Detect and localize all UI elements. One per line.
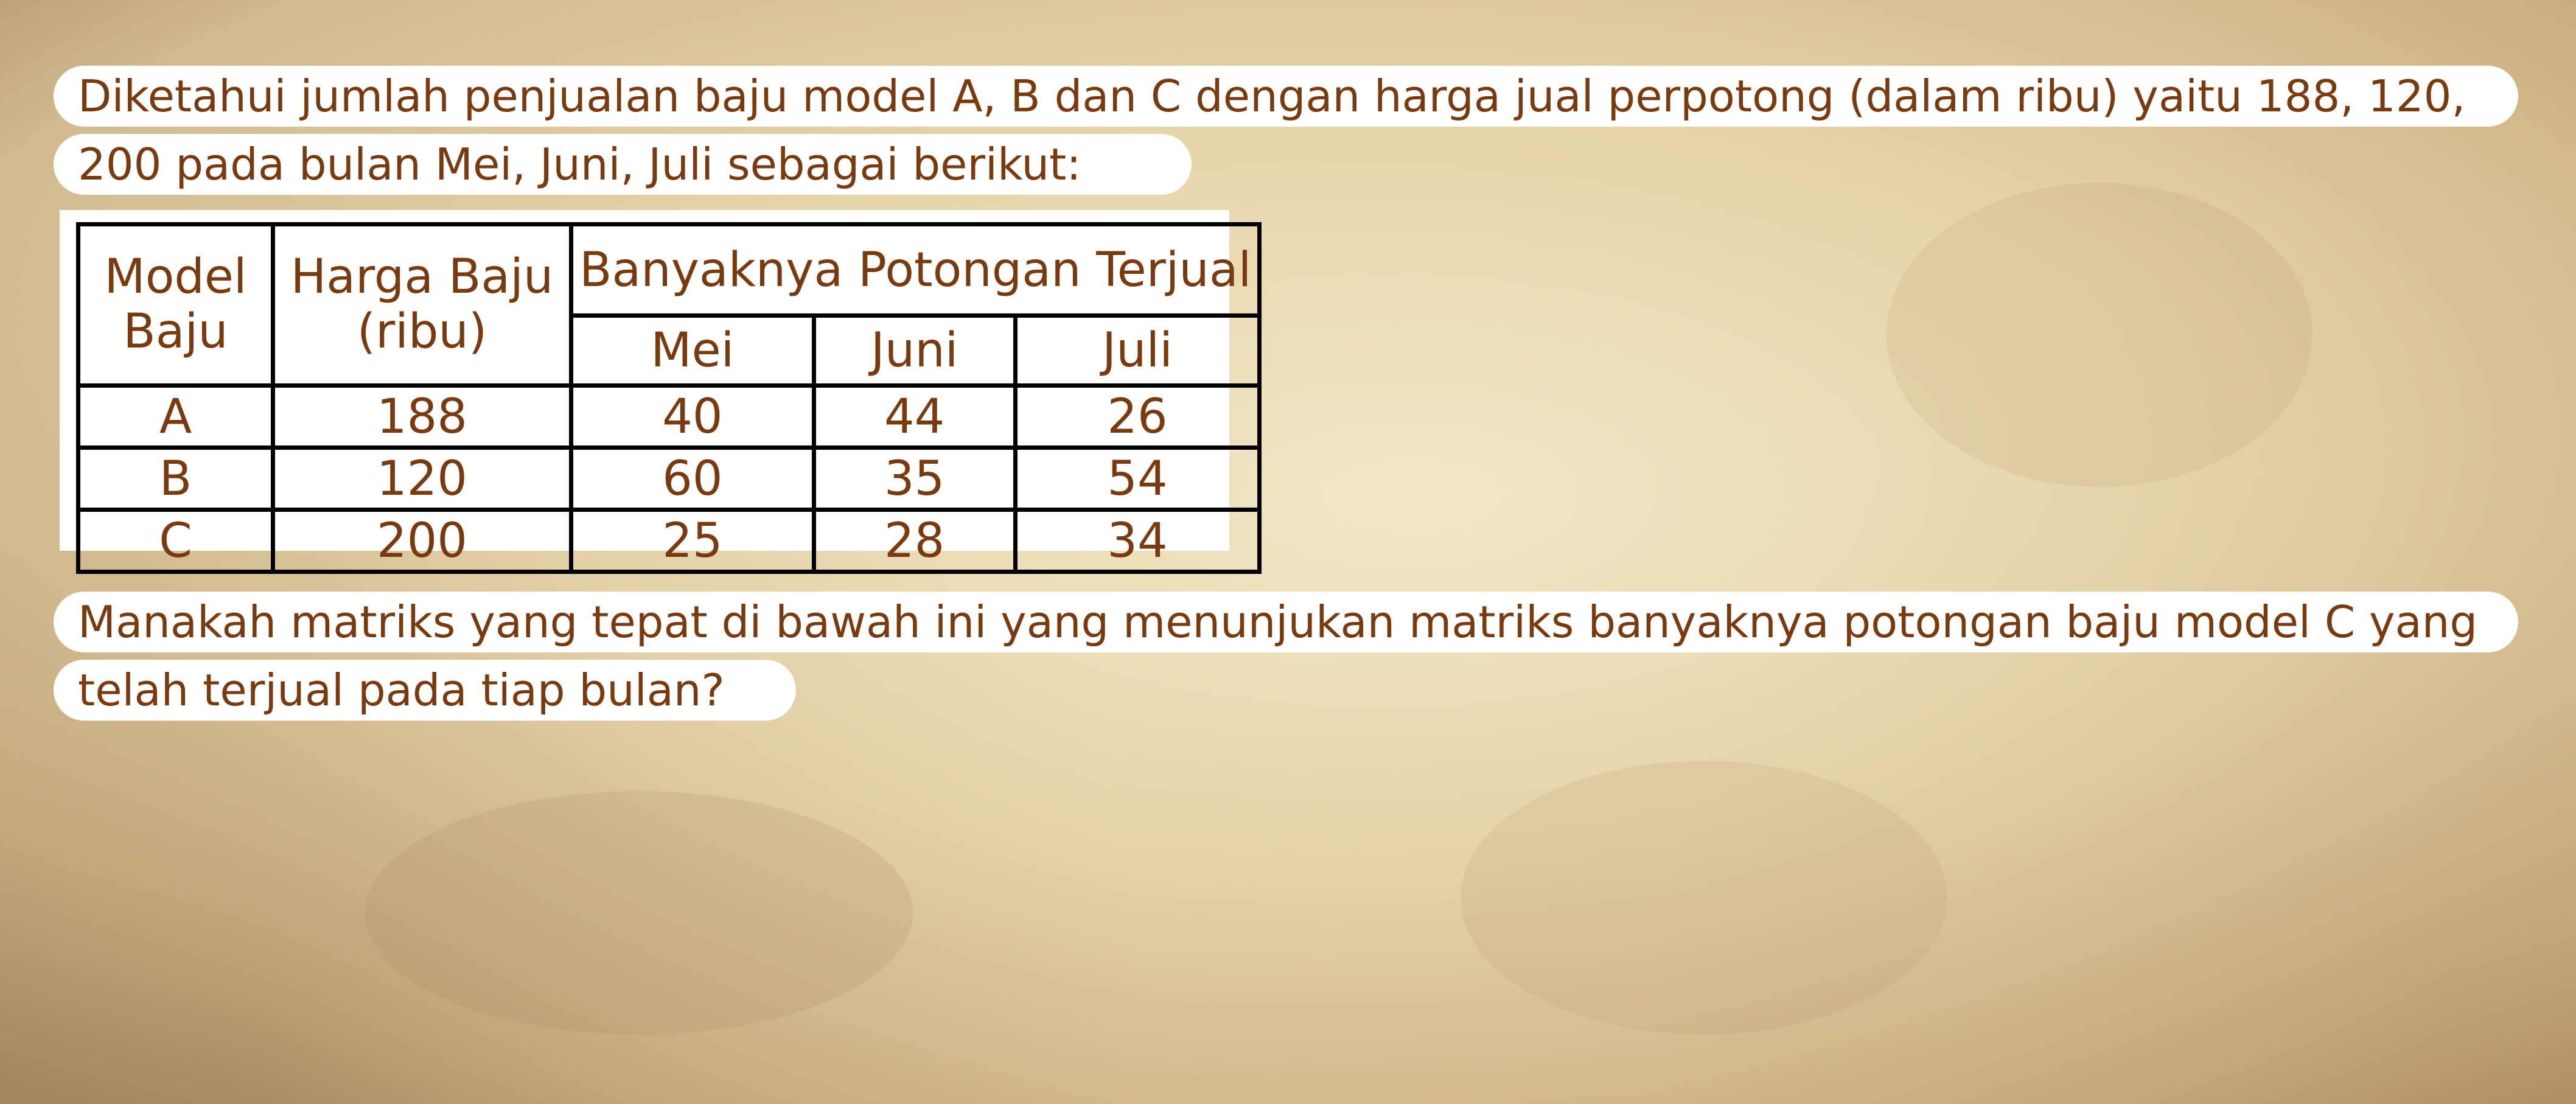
sales-table: Model Baju Harga Baju (ribu) Banyaknya P…	[76, 222, 1262, 574]
question-prompt-text-2: telah terjual pada tiap bulan?	[78, 665, 725, 716]
cell-juli: 54	[1013, 445, 1262, 512]
header-model-line2: Baju	[123, 304, 228, 359]
header-model-baju: Model Baju	[76, 222, 275, 388]
header-month-juli: Juli	[1013, 313, 1262, 388]
table-row: A 188 40 44 26	[76, 383, 1262, 450]
cell-model: B	[76, 445, 275, 512]
question-intro-line-1: Diketahui jumlah penjualan baju model A,…	[54, 66, 2518, 127]
cell-harga: 120	[271, 445, 573, 512]
cell-mei: 60	[569, 445, 816, 512]
header-harga-line1: Harga Baju	[290, 250, 554, 305]
header-month-mei: Mei	[569, 313, 816, 388]
question-intro-text-2: 200 pada bulan Mei, Juni, Juli sebagai b…	[78, 139, 1081, 190]
header-harga-line2: (ribu)	[357, 304, 487, 359]
cell-mei: 40	[569, 383, 816, 450]
paper-stain	[1461, 761, 1947, 1035]
header-harga-baju: Harga Baju (ribu)	[271, 222, 573, 388]
table-row: B 120 60 35 54	[76, 445, 1262, 512]
cell-mei: 25	[569, 508, 816, 574]
cell-juni: 35	[811, 445, 1017, 512]
header-model-line1: Model	[104, 250, 247, 305]
paper-stain	[365, 791, 913, 1035]
cell-harga: 188	[271, 383, 573, 450]
question-prompt-line-2: telah terjual pada tiap bulan?	[54, 660, 796, 721]
cell-model: C	[76, 508, 275, 574]
table-header-row: Model Baju Harga Baju (ribu) Banyaknya P…	[76, 222, 1262, 388]
cell-juni: 44	[811, 383, 1017, 450]
question-intro-text-1: Diketahui jumlah penjualan baju model A,…	[78, 71, 2466, 122]
cell-juli: 34	[1013, 508, 1262, 574]
cell-juli: 26	[1013, 383, 1262, 450]
question-prompt-text-1: Manakah matriks yang tepat di bawah ini …	[78, 596, 2478, 648]
cell-model: A	[76, 383, 275, 450]
question-intro-line-2: 200 pada bulan Mei, Juni, Juli sebagai b…	[54, 134, 1192, 195]
cell-harga: 200	[271, 508, 573, 574]
header-banyaknya-potongan: Banyaknya Potongan Terjual	[568, 222, 1262, 318]
cell-juni: 28	[811, 508, 1017, 574]
table-row: C 200 25 28 34	[76, 508, 1262, 574]
header-month-juni: Juni	[811, 313, 1017, 388]
paper-stain	[1887, 183, 2312, 487]
question-prompt-line-1: Manakah matriks yang tepat di bawah ini …	[54, 592, 2518, 652]
